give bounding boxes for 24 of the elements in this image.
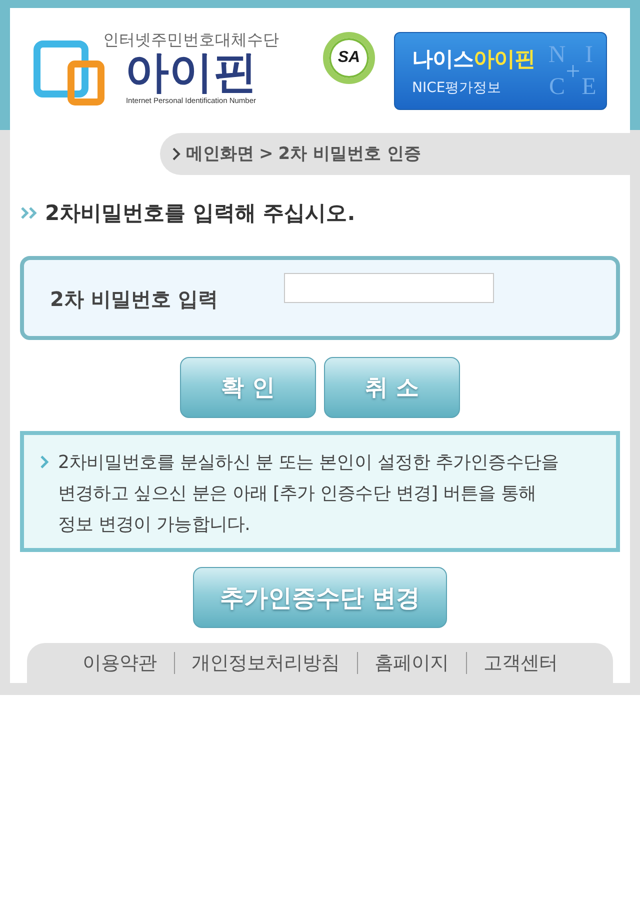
password-input[interactable]: [284, 273, 494, 303]
footer-link[interactable]: 이용약관: [66, 652, 174, 674]
chevron-icon: [40, 455, 49, 469]
chevron-icon: [172, 147, 181, 161]
logo-tagline: 인터넷주민번호대체수단: [103, 30, 279, 50]
footer-link[interactable]: 홈페이지: [356, 652, 466, 674]
breadcrumb-current: 2차 비밀번호 인증: [278, 143, 421, 165]
footer-link[interactable]: 고객센터: [466, 652, 574, 674]
overlapping-squares-icon: [33, 40, 105, 106]
logo-wordmark: 아이핀: [125, 50, 257, 96]
footer-link[interactable]: 개인정보처리방침: [174, 652, 356, 674]
monogram-letter: E: [582, 74, 596, 100]
breadcrumb-link[interactable]: 메인화면: [186, 143, 254, 165]
monogram-letter: I: [585, 42, 593, 68]
plus-icon: [567, 65, 579, 77]
breadcrumb-separator: >: [259, 143, 274, 165]
notice-text: 2차비밀번호를 분실하신 분 또는 본인이 설정한 추가인증수단을 변경하고 싶으신 분은 아래 [추가 인증수단 변경] 버튼을 통해 정보 변경이 가능합니다.: [58, 451, 559, 537]
monogram-letter: N: [548, 42, 566, 68]
badge-label: SA: [338, 49, 360, 67]
page-heading: 2차비밀번호를 입력해 주십시오.: [45, 201, 356, 225]
banner-title: 나이스아이핀: [412, 46, 535, 72]
field-label: 2차 비밀번호 입력: [50, 287, 219, 311]
banner-subtitle: NICE평가정보: [412, 80, 502, 96]
monogram-letter: C: [548, 74, 565, 100]
